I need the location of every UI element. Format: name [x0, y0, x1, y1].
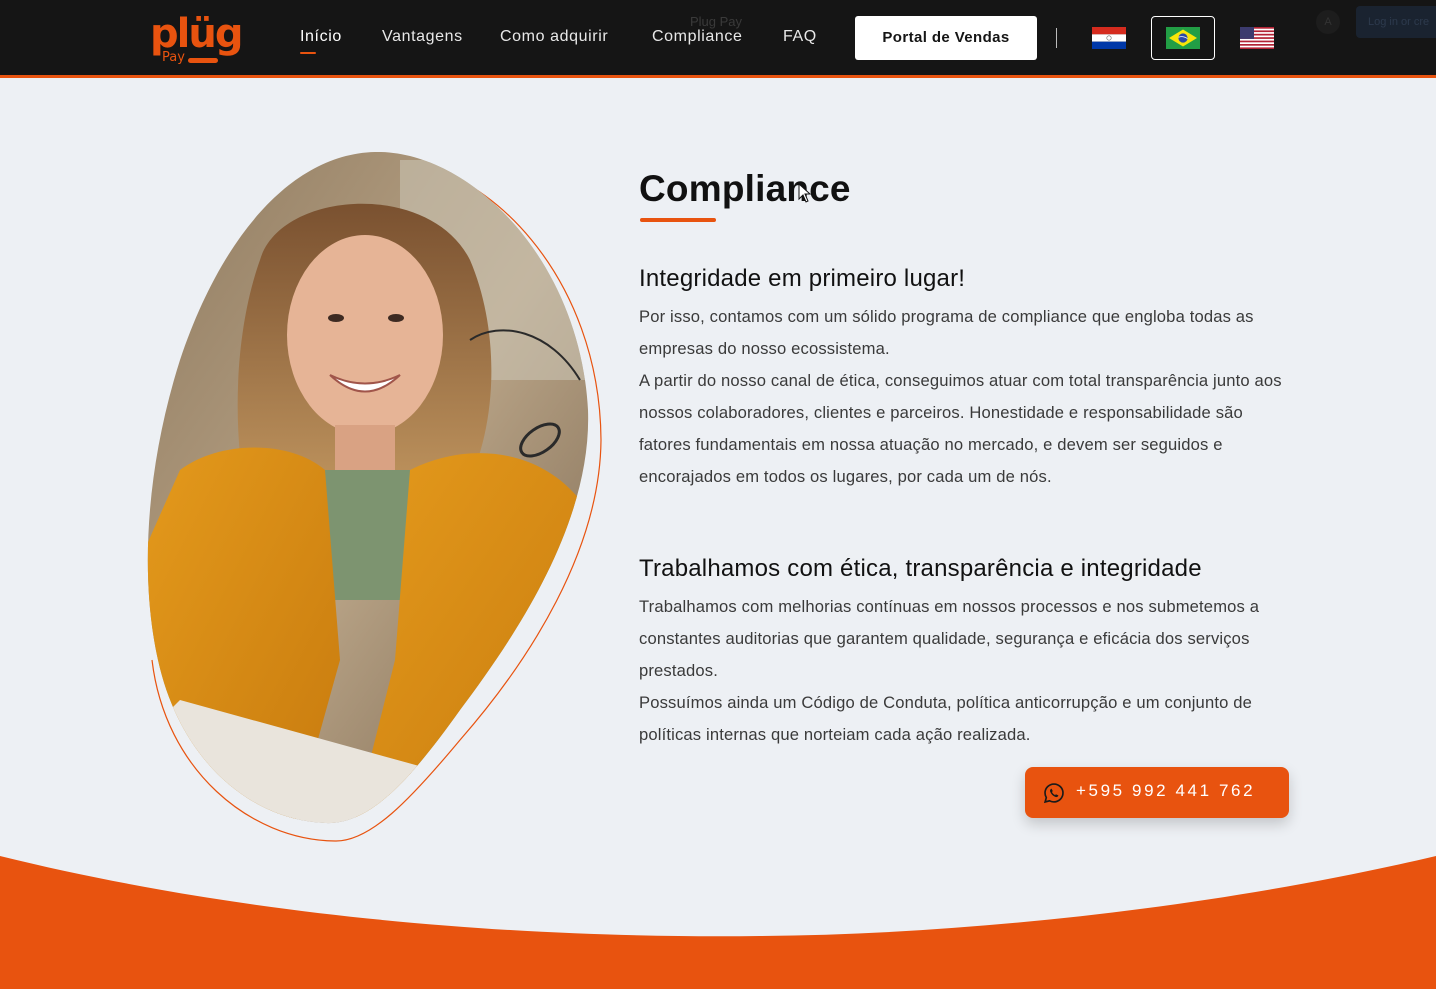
plug-pay-logo[interactable]: plüg Pay [150, 12, 243, 68]
section-heading-ethics: Trabalhamos com ética, transparência e i… [639, 555, 1202, 582]
page-title: Compliance [639, 168, 851, 209]
woman-portrait-image [147, 151, 602, 842]
ghost-overlay-title: Plug Pay [690, 14, 743, 29]
nav-item-como-adquirir[interactable]: Como adquirir [500, 28, 608, 46]
nav-item-vantagens[interactable]: Vantagens [382, 28, 463, 46]
header-divider [1056, 28, 1057, 48]
footer-wave [0, 856, 1436, 989]
whatsapp-icon [1043, 783, 1064, 804]
nav-item-faq[interactable]: FAQ [783, 28, 817, 46]
whatsapp-button[interactable]: +595 992 441 762 [1025, 767, 1289, 818]
whatsapp-phone-number: +595 992 441 762 [1076, 781, 1256, 800]
ghost-login-button: Log in or cre [1356, 6, 1436, 38]
title-underline [640, 218, 716, 222]
section-paragraph: Por isso, contamos com um sólido program… [639, 307, 1254, 358]
nav-item-compliance[interactable]: Compliance [652, 28, 742, 46]
section-paragraph: Trabalhamos com melhorias contínuas em n… [639, 597, 1260, 680]
ghost-avatar: A [1316, 10, 1340, 34]
paraguay-flag-icon[interactable] [1092, 27, 1126, 49]
logo-plug-mark [188, 58, 218, 63]
brazil-flag-icon[interactable] [1166, 27, 1200, 49]
portal-de-vendas-button[interactable]: Portal de Vendas [855, 16, 1037, 60]
usa-flag-icon[interactable] [1240, 27, 1274, 49]
section-heading-integrity: Integridade em primeiro lugar! [639, 265, 966, 292]
mouse-cursor-icon [798, 183, 812, 203]
section-paragraph: Possuímos ainda um Código de Conduta, po… [639, 693, 1252, 744]
hero-photo [140, 140, 620, 860]
site-header: plüg Pay Início Vantagens Como adquirir … [0, 0, 1436, 78]
nav-item-inicio[interactable]: Início [300, 28, 342, 46]
section-paragraph: A partir do nosso canal de ética, conseg… [639, 371, 1282, 486]
logo-sub: Pay [162, 50, 185, 65]
nav-active-indicator [300, 52, 316, 54]
